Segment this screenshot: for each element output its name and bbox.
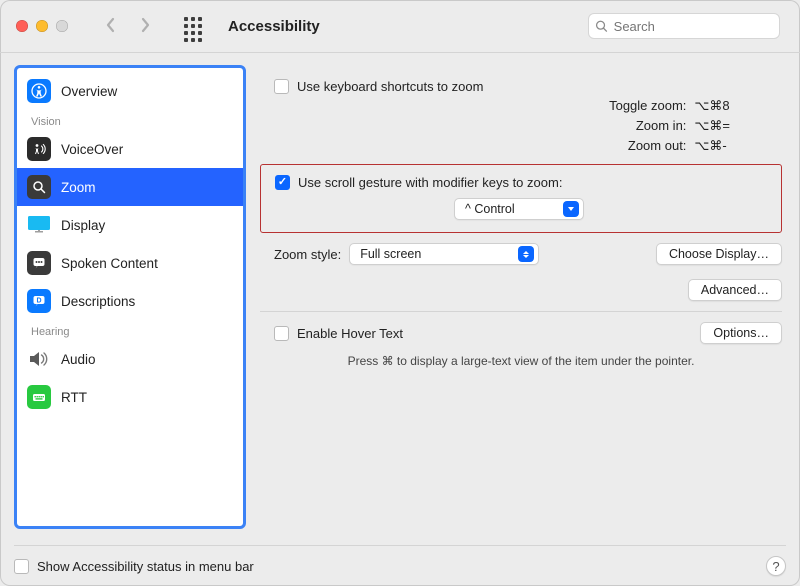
sidebar-item-label: Display (61, 218, 105, 233)
sidebar-item-zoom[interactable]: Zoom (17, 168, 243, 206)
sidebar-item-overview[interactable]: Overview (17, 72, 243, 110)
titlebar: Accessibility (0, 0, 800, 52)
sidebar-item-descriptions[interactable]: D Descriptions (17, 282, 243, 320)
chevron-down-icon (563, 201, 579, 217)
forward-button[interactable] (138, 16, 152, 37)
scroll-gesture-checkbox[interactable] (275, 175, 290, 190)
menu-bar-status-checkbox[interactable] (14, 559, 29, 574)
display-icon (27, 213, 51, 237)
window-controls (16, 20, 68, 32)
zoom-out-key: ⌥⌘- (694, 138, 730, 154)
scroll-gesture-highlight: Use scroll gesture with modifier keys to… (260, 164, 782, 233)
sidebar-item-label: VoiceOver (61, 142, 123, 157)
sidebar-item-label: Audio (61, 352, 96, 367)
accessibility-icon (27, 79, 51, 103)
hover-text-checkbox[interactable] (274, 326, 289, 341)
close-window-button[interactable] (16, 20, 28, 32)
options-button[interactable]: Options… (700, 322, 782, 344)
zoom-settings-pane: Use keyboard shortcuts to zoom Toggle zo… (258, 65, 786, 529)
zoom-icon (27, 175, 51, 199)
sidebar-item-voiceover[interactable]: VoiceOver (17, 130, 243, 168)
search-icon (595, 19, 608, 33)
sidebar-item-rtt[interactable]: RTT (17, 378, 243, 416)
toggle-zoom-key: ⌥⌘8 (694, 98, 730, 114)
sidebar-group-hearing: Hearing (17, 320, 243, 340)
sidebar-item-label: Spoken Content (61, 256, 158, 271)
stepper-icon (518, 246, 534, 262)
toggle-zoom-label: Toggle zoom: (410, 98, 686, 114)
modifier-key-select[interactable]: ^ Control (454, 198, 584, 220)
hover-text-hint: Press ⌘ to display a large-text view of … (260, 354, 782, 368)
hover-text-label: Enable Hover Text (297, 326, 403, 341)
help-button[interactable]: ? (766, 556, 786, 576)
spoken-content-icon (27, 251, 51, 275)
search-input[interactable] (612, 18, 773, 35)
zoom-in-key: ⌥⌘= (694, 118, 730, 134)
svg-text:D: D (36, 298, 41, 305)
zoom-in-label: Zoom in: (410, 118, 686, 134)
keyboard-shortcuts-label: Use keyboard shortcuts to zoom (297, 79, 483, 94)
sidebar-group-vision: Vision (17, 110, 243, 130)
window-title: Accessibility (228, 18, 320, 35)
keyboard-shortcuts-checkbox[interactable] (274, 79, 289, 94)
search-field[interactable] (588, 13, 780, 39)
sidebar-item-spoken-content[interactable]: Spoken Content (17, 244, 243, 282)
rtt-icon (27, 385, 51, 409)
zoom-style-label: Zoom style: (274, 247, 341, 262)
menu-bar-status-label: Show Accessibility status in menu bar (37, 559, 254, 574)
descriptions-icon: D (27, 289, 51, 313)
advanced-button[interactable]: Advanced… (688, 279, 782, 301)
zoom-style-select[interactable]: Full screen (349, 243, 539, 265)
scroll-gesture-label: Use scroll gesture with modifier keys to… (298, 175, 562, 190)
modifier-key-value: ^ Control (465, 202, 515, 216)
sidebar-item-label: RTT (61, 390, 87, 405)
sidebar-item-label: Overview (61, 84, 117, 99)
sidebar-item-audio[interactable]: Audio (17, 340, 243, 378)
sidebar: Overview Vision VoiceOver Zoom Displa (14, 65, 246, 529)
nav-arrows (104, 16, 152, 37)
zoom-style-value: Full screen (360, 247, 421, 261)
choose-display-button[interactable]: Choose Display… (656, 243, 782, 265)
sidebar-item-label: Zoom (61, 180, 96, 195)
preferences-window: Accessibility Overview Vision VoiceOver (0, 0, 800, 586)
audio-icon (27, 347, 51, 371)
sidebar-item-display[interactable]: Display (17, 206, 243, 244)
show-all-icon[interactable] (184, 17, 202, 35)
shortcuts-list: Toggle zoom: ⌥⌘8 Zoom in: ⌥⌘= Zoom out: … (410, 98, 730, 154)
footer: Show Accessibility status in menu bar ? (14, 545, 786, 576)
back-button[interactable] (104, 16, 118, 37)
minimize-window-button[interactable] (36, 20, 48, 32)
zoom-out-label: Zoom out: (410, 138, 686, 154)
fullscreen-window-button[interactable] (56, 20, 68, 32)
voiceover-icon (27, 137, 51, 161)
sidebar-item-label: Descriptions (61, 294, 135, 309)
